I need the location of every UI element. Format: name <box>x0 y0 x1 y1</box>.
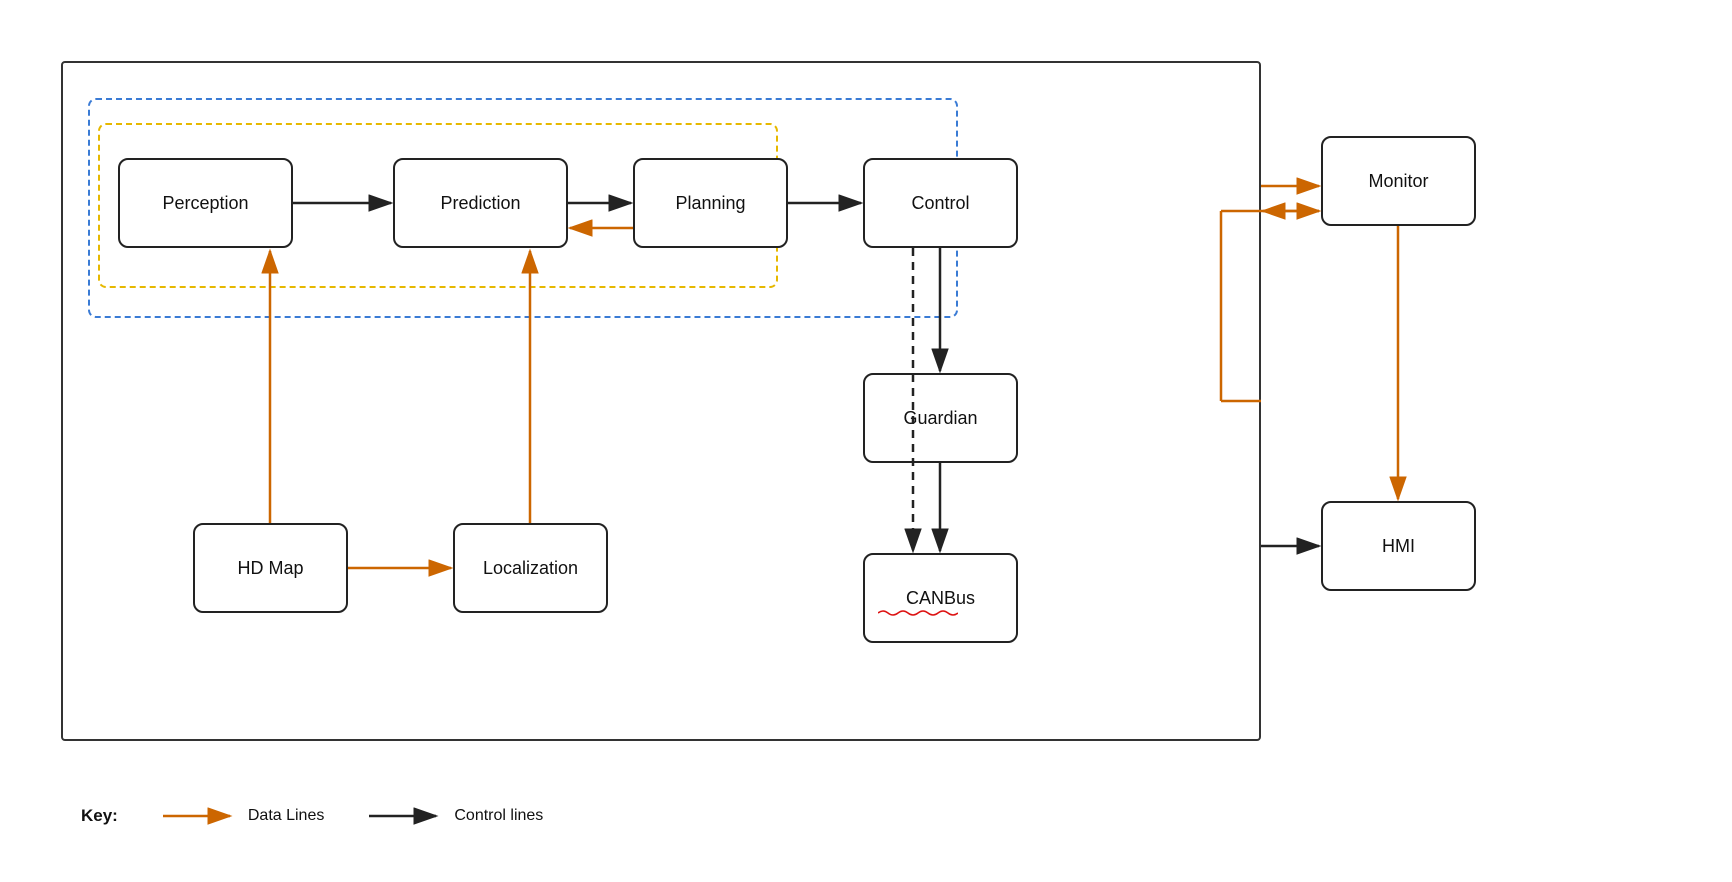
perception-label: Perception <box>162 193 248 214</box>
control-lines-label: Control lines <box>454 807 543 825</box>
prediction-box: Prediction <box>393 158 568 248</box>
hmi-box: HMI <box>1321 501 1476 591</box>
canbus-label: CANBus <box>906 588 975 609</box>
canbus-box: CANBus <box>863 553 1018 643</box>
planning-box: Planning <box>633 158 788 248</box>
monitor-label: Monitor <box>1368 171 1428 192</box>
hdmap-label: HD Map <box>237 558 303 579</box>
hmi-label: HMI <box>1382 536 1415 557</box>
prediction-label: Prediction <box>440 193 520 214</box>
data-lines-label: Data Lines <box>248 807 325 825</box>
localization-box: Localization <box>453 523 608 613</box>
control-box: Control <box>863 158 1018 248</box>
control-lines-arrow-icon <box>364 806 444 826</box>
key-control-lines: Control lines <box>364 806 543 826</box>
planning-label: Planning <box>675 193 745 214</box>
perception-box: Perception <box>118 158 293 248</box>
guardian-label: Guardian <box>903 408 977 429</box>
guardian-box: Guardian <box>863 373 1018 463</box>
key-data-lines: Data Lines <box>158 806 325 826</box>
diagram-container: Perception Prediction Planning Control G… <box>41 41 1691 841</box>
localization-label: Localization <box>483 558 578 579</box>
key-section: Key: Data Lines <box>81 806 543 826</box>
key-label: Key: <box>81 806 118 826</box>
data-lines-arrow-icon <box>158 806 238 826</box>
monitor-box: Monitor <box>1321 136 1476 226</box>
outer-box: Perception Prediction Planning Control G… <box>61 61 1261 741</box>
control-label: Control <box>911 193 969 214</box>
hdmap-box: HD Map <box>193 523 348 613</box>
